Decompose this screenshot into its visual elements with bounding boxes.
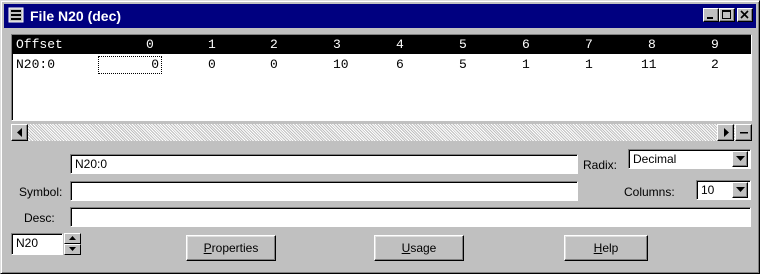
horizontal-scrollbar[interactable] bbox=[11, 124, 752, 141]
file-spin-up-button[interactable] bbox=[64, 233, 81, 244]
value-cell-0[interactable]: 0 bbox=[98, 56, 162, 74]
arrow-left-icon bbox=[17, 128, 22, 137]
close-button[interactable] bbox=[737, 8, 753, 22]
data-file-window: File N20 (dec) Offset 0 1 2 3 4 5 6 7 8 … bbox=[0, 0, 760, 274]
value-cell-4[interactable]: 6 bbox=[396, 57, 404, 73]
columns-dropdown-button[interactable] bbox=[732, 182, 748, 198]
value-cell-6[interactable]: 1 bbox=[522, 57, 530, 73]
symbol-label: Symbol: bbox=[19, 185, 63, 199]
arrow-up-icon bbox=[69, 236, 76, 240]
row-offset-label: N20:0 bbox=[16, 57, 56, 72]
help-label: elp bbox=[602, 241, 619, 255]
header-col-1: 1 bbox=[208, 37, 216, 52]
chevron-down-icon bbox=[736, 156, 745, 161]
table-row: N20:0 0 0 0 10 6 5 1 1 11 2 bbox=[13, 56, 751, 74]
usage-label: sage bbox=[410, 241, 437, 255]
value-cell-9[interactable]: 2 bbox=[711, 57, 719, 73]
file-selector-field[interactable]: N20 bbox=[11, 233, 63, 255]
scroll-left-button[interactable] bbox=[11, 124, 28, 141]
grid-header-row: Offset 0 1 2 3 4 5 6 7 8 9 bbox=[13, 36, 751, 54]
data-table-icon bbox=[8, 7, 24, 26]
arrow-right-icon bbox=[724, 128, 729, 137]
desc-field[interactable] bbox=[70, 207, 751, 227]
desc-label: Desc: bbox=[24, 211, 55, 225]
radix-dropdown-button[interactable] bbox=[732, 151, 748, 167]
address-field[interactable]: N20:0 bbox=[70, 154, 578, 174]
header-col-9: 9 bbox=[711, 37, 719, 52]
header-col-3: 3 bbox=[333, 37, 341, 52]
value-cell-2[interactable]: 0 bbox=[270, 57, 278, 73]
header-offset: Offset bbox=[16, 37, 63, 52]
usage-accel: U bbox=[401, 241, 411, 255]
header-col-8: 8 bbox=[648, 37, 656, 52]
chevron-down-icon bbox=[736, 187, 745, 192]
split-view-button[interactable] bbox=[735, 124, 752, 141]
header-col-7: 7 bbox=[585, 37, 593, 52]
value-cell-1[interactable]: 0 bbox=[208, 57, 216, 73]
maximize-button[interactable] bbox=[719, 8, 735, 22]
minimize-button[interactable] bbox=[703, 8, 719, 22]
symbol-field[interactable] bbox=[70, 181, 578, 201]
value-cell-8[interactable]: 11 bbox=[641, 57, 657, 73]
header-col-0: 0 bbox=[146, 37, 154, 52]
usage-button[interactable]: Usage bbox=[374, 235, 464, 261]
window-title: File N20 (dec) bbox=[30, 8, 122, 24]
header-col-2: 2 bbox=[270, 37, 278, 52]
minus-icon bbox=[740, 132, 748, 134]
properties-button[interactable]: Properties bbox=[186, 235, 276, 261]
columns-select[interactable]: 10 bbox=[696, 180, 751, 200]
radix-label: Radix: bbox=[583, 158, 618, 172]
header-col-5: 5 bbox=[459, 37, 467, 52]
radix-value: Decimal bbox=[633, 152, 677, 166]
file-spin-down-button[interactable] bbox=[64, 244, 81, 255]
title-bar[interactable]: File N20 (dec) bbox=[4, 4, 756, 28]
radix-select[interactable]: Decimal bbox=[628, 149, 751, 169]
value-cell-5[interactable]: 5 bbox=[459, 57, 467, 73]
properties-accel: P bbox=[203, 241, 212, 255]
properties-label: roperties bbox=[211, 241, 259, 255]
value-cell-3[interactable]: 10 bbox=[333, 57, 349, 73]
scroll-right-button[interactable] bbox=[717, 124, 734, 141]
help-button[interactable]: Help bbox=[564, 235, 648, 261]
columns-value: 10 bbox=[701, 183, 715, 197]
value-cell-7[interactable]: 1 bbox=[585, 57, 593, 73]
header-col-6: 6 bbox=[522, 37, 530, 52]
columns-label: Columns: bbox=[624, 185, 675, 199]
arrow-down-icon bbox=[69, 247, 76, 251]
header-col-4: 4 bbox=[396, 37, 404, 52]
data-grid[interactable]: Offset 0 1 2 3 4 5 6 7 8 9 N20:0 0 0 0 1… bbox=[11, 34, 752, 121]
